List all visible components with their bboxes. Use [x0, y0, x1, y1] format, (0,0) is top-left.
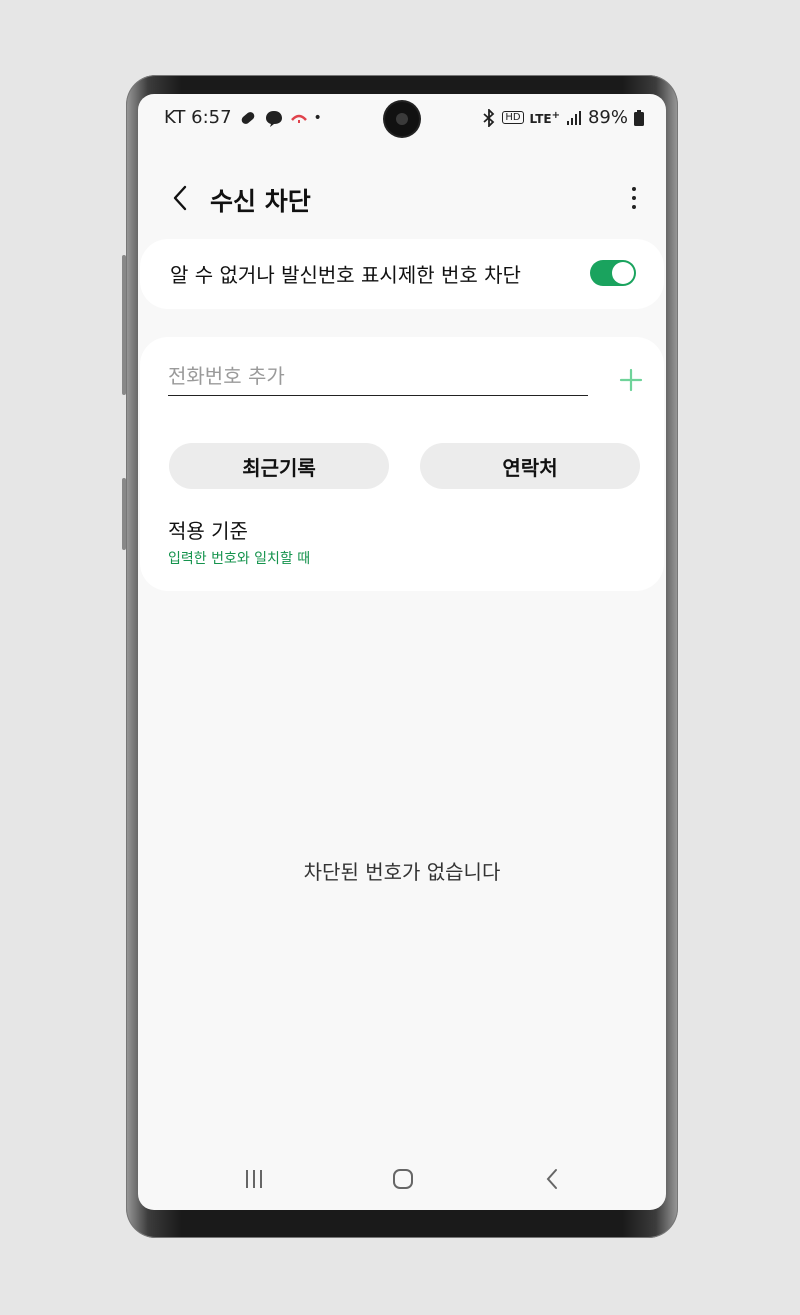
toggle-knob: [612, 262, 634, 284]
recents-icon: [246, 1170, 262, 1188]
talk-icon: [265, 110, 282, 127]
volume-button: [122, 255, 126, 395]
more-vert-icon: [632, 187, 636, 191]
phone-screen: KT 6:57 • HD LTE+ 89% 수신 차단 알 수 없거나 발신번호…: [138, 94, 666, 1210]
status-right: HD LTE+ 89%: [482, 107, 644, 128]
more-vert-icon: [632, 205, 636, 209]
side-key: [122, 478, 126, 550]
recents-button[interactable]: [234, 1162, 274, 1196]
hd-badge: HD: [502, 111, 524, 124]
criteria-value: 입력한 번호와 일치할 때: [168, 551, 311, 567]
status-bar: KT 6:57 • HD LTE+ 89%: [138, 94, 666, 144]
network-label: LTE: [529, 111, 552, 126]
network-type: LTE+: [530, 110, 560, 126]
system-back-button[interactable]: [532, 1162, 572, 1196]
unknown-number-block-card: 알 수 없거나 발신번호 표시제한 번호 차단: [140, 239, 664, 309]
page-title: 수신 차단: [210, 187, 311, 216]
battery-percent: 89%: [587, 107, 628, 128]
front-camera: [385, 102, 419, 136]
more-notifications-dot: •: [313, 109, 322, 126]
status-left: KT 6:57 •: [164, 107, 322, 128]
plus-icon: [619, 368, 643, 392]
app-bar: 수신 차단: [138, 174, 666, 222]
more-vert-icon: [632, 196, 636, 200]
more-options-button[interactable]: [622, 178, 646, 218]
home-icon: [393, 1169, 413, 1189]
unknown-block-label: 알 수 없거나 발신번호 표시제한 번호 차단: [170, 263, 521, 287]
missed-call-icon: [290, 114, 307, 123]
criteria-title: 적용 기준: [168, 519, 248, 543]
battery-icon: [634, 109, 644, 126]
back-arrow-icon: [173, 185, 187, 211]
contacts-button[interactable]: 연락처: [420, 443, 640, 489]
add-number-button[interactable]: [618, 367, 644, 393]
carrier-time: KT 6:57: [164, 107, 232, 128]
network-sup: +: [551, 109, 560, 121]
back-icon: [546, 1169, 557, 1189]
phone-number-input[interactable]: [168, 357, 588, 396]
add-number-card: 최근기록 연락처 적용 기준 입력한 번호와 일치할 때: [140, 337, 664, 591]
back-button[interactable]: [162, 180, 198, 216]
pill-icon: [241, 111, 254, 124]
recent-log-button[interactable]: 최근기록: [169, 443, 389, 489]
match-criteria-setting[interactable]: 적용 기준 입력한 번호와 일치할 때: [168, 515, 310, 568]
bluetooth-icon: [483, 108, 495, 127]
signal-icon: [566, 110, 581, 125]
home-button[interactable]: [383, 1162, 423, 1196]
unknown-block-toggle[interactable]: [590, 260, 636, 286]
empty-state-message: 차단된 번호가 없습니다: [303, 860, 501, 884]
navigation-bar: [138, 1154, 666, 1204]
